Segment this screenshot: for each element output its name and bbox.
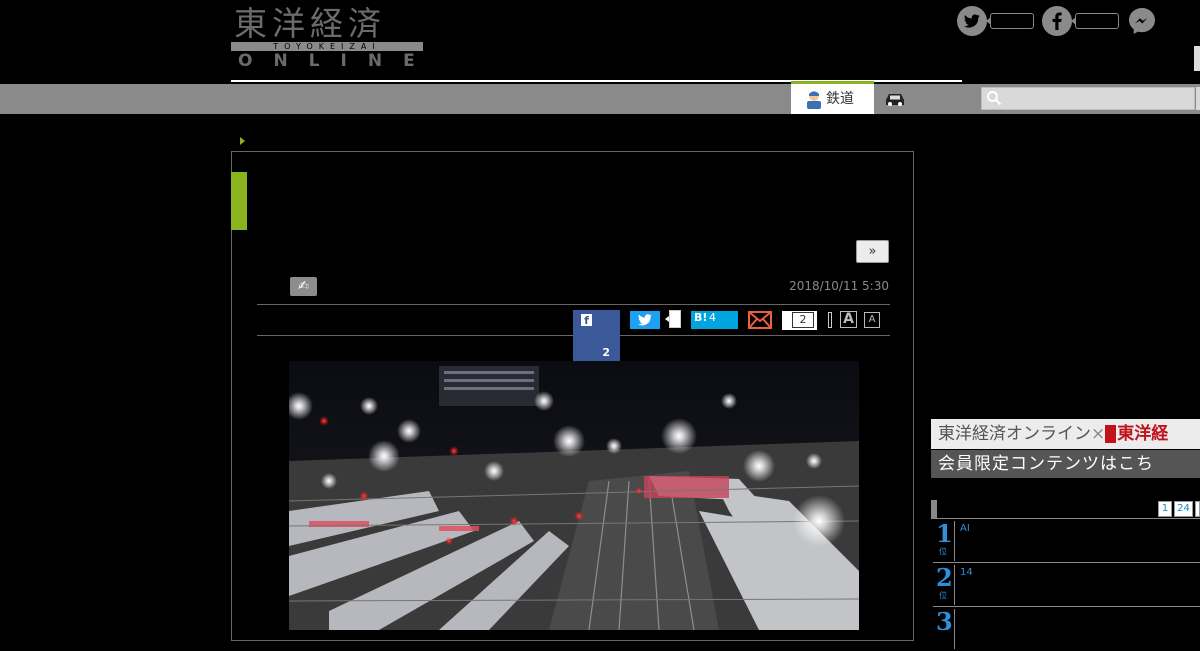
facebook-icon[interactable] xyxy=(1042,6,1072,36)
article-photo xyxy=(289,361,859,630)
twitter-share-count xyxy=(665,310,681,328)
rank-divider xyxy=(954,521,955,561)
facebook-count xyxy=(1071,13,1119,29)
ranking-tab-24h[interactable]: 24 xyxy=(1174,501,1193,517)
twitter-icon xyxy=(638,314,652,326)
facebook-share-count: 2 xyxy=(602,346,610,359)
hatena-bookmark-button[interactable]: B! 4 xyxy=(691,311,738,329)
next-page-button[interactable]: » xyxy=(856,240,889,263)
promo-x: × xyxy=(1091,424,1106,444)
rank-title: AI xyxy=(960,523,970,534)
search-icon[interactable] xyxy=(986,90,1002,106)
messenger-icon-glyph xyxy=(1129,8,1155,34)
premium-promo-banner[interactable]: 東洋経済オンライン× 東洋経 xyxy=(931,419,1200,449)
twitter-share-button[interactable] xyxy=(630,311,660,329)
facebook-icon: f xyxy=(581,314,592,327)
comment-count: 2 xyxy=(792,312,814,328)
twitter-count xyxy=(986,13,1034,29)
ranking-tab-1h[interactable]: 1 xyxy=(1158,501,1172,517)
ranking-item[interactable]: 3 xyxy=(933,607,1200,651)
breadcrumb-arrow-icon xyxy=(240,137,245,145)
rank-suffix: 位 xyxy=(939,591,947,600)
ranking-item[interactable]: 2 位 14 xyxy=(933,563,1200,607)
publish-date: 2018/10/11 5:30 xyxy=(789,279,889,293)
facebook-share-button[interactable]: f 2 xyxy=(573,310,620,361)
comment-stub xyxy=(782,311,787,330)
ranking-item[interactable]: 1 位 AI xyxy=(933,519,1200,563)
train-person-icon xyxy=(807,91,821,109)
rank-number: 2 xyxy=(936,563,953,592)
rank-number: 1 xyxy=(936,519,953,548)
logo-online: ONLINE xyxy=(238,51,436,71)
tab-rail-label: 鉄道 xyxy=(826,91,854,107)
search-input[interactable] xyxy=(981,87,1195,110)
rank-suffix: 位 xyxy=(939,547,947,556)
comment-button[interactable]: 2 xyxy=(782,311,817,330)
twitter-icon[interactable] xyxy=(957,6,987,36)
promo-prefix: 東洋経済オンライン xyxy=(938,424,1091,444)
promo-brand-mark-icon xyxy=(1105,425,1117,443)
header-edge-button[interactable] xyxy=(1194,46,1200,71)
logo-romaji: TOYOKEIZAI xyxy=(231,42,423,51)
ranking-tab-more[interactable] xyxy=(1195,501,1200,517)
promo-brand: 東洋経 xyxy=(1117,424,1169,444)
mail-icon[interactable] xyxy=(748,311,772,329)
car-icon xyxy=(886,94,904,106)
rank-title: 14 xyxy=(960,567,973,578)
search-submit-button[interactable] xyxy=(1196,87,1200,110)
tab-car[interactable] xyxy=(874,84,914,114)
premium-promo-cta[interactable]: 会員限定コンテンツはこち xyxy=(931,450,1200,478)
hatena-count: 4 xyxy=(709,311,716,324)
messenger-icon[interactable] xyxy=(1127,6,1157,36)
hatena-label: B! xyxy=(694,311,708,324)
rank-divider xyxy=(954,565,955,605)
font-size-large-button[interactable]: A xyxy=(840,311,857,328)
title-accent-bar xyxy=(231,172,247,230)
site-logo[interactable]: 東洋経済 xyxy=(234,4,386,44)
facebook-icon-glyph xyxy=(1052,12,1062,30)
ranking-header-accent xyxy=(931,500,937,518)
font-size-small-button[interactable]: A xyxy=(864,312,880,328)
twitter-icon-glyph xyxy=(964,14,980,28)
share-divider-top xyxy=(257,304,890,305)
share-separator xyxy=(828,312,832,328)
tab-rail[interactable]: 鉄道 xyxy=(791,81,874,114)
rank-divider xyxy=(954,609,955,649)
author-icon[interactable]: ✍ xyxy=(290,277,317,296)
rank-number: 3 xyxy=(936,607,953,636)
